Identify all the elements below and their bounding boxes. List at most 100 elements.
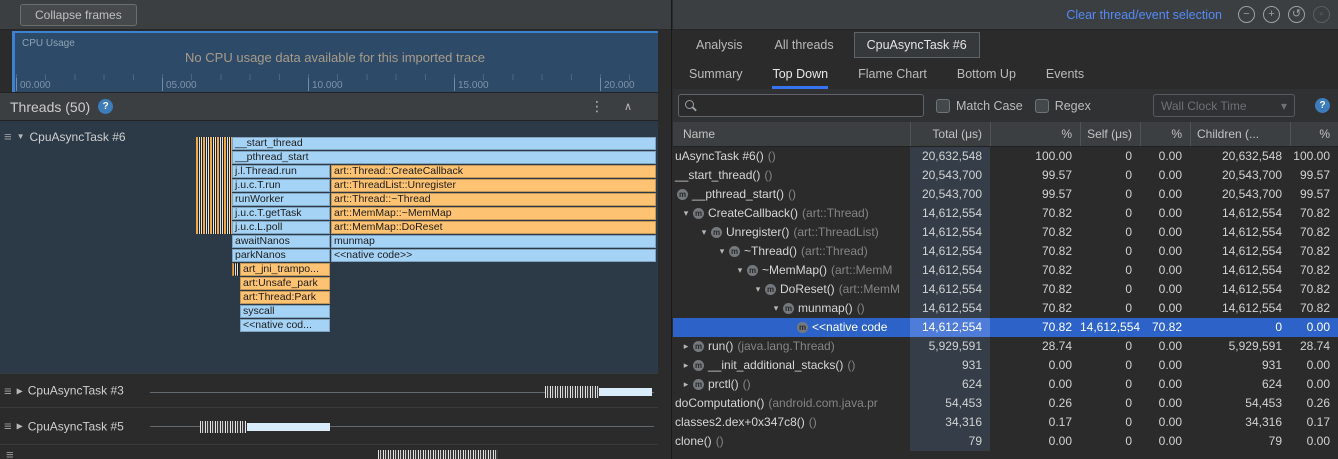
table-row[interactable]: uAsyncTask #6()()20,632,548100.0000.0020… [673, 147, 1338, 166]
collapse-node-icon[interactable]: ▾ [751, 280, 765, 299]
tab-summary[interactable]: Summary [689, 60, 742, 89]
flame-frame[interactable]: art::Thread::CreateCallback [331, 165, 656, 178]
table-row[interactable]: ▸mrun()(java.lang.Thread)5,929,59128.740… [673, 337, 1338, 356]
collapse-panel-icon[interactable]: ∧ [624, 100, 632, 113]
flame-frame[interactable]: <<native cod... [240, 319, 330, 332]
table-row[interactable]: m<<native code14,612,55470.8214,612,5547… [673, 318, 1338, 337]
flame-frame[interactable]: runWorker [232, 193, 330, 206]
thread-row-cpuasynctask-6[interactable]: ≡ ▼ CpuAsyncTask #6 __start_thread__pthr… [0, 121, 658, 374]
flame-frame[interactable]: j.u.c.T.run [232, 179, 330, 192]
flame-frame[interactable]: art:Thread:Park [240, 291, 330, 304]
tab-all-threads[interactable]: All threads [763, 33, 846, 57]
column-header-total[interactable]: Total (μs) [910, 122, 990, 146]
thread-activity-bar[interactable] [545, 386, 599, 398]
collapse-node-icon[interactable]: ▾ [679, 204, 693, 223]
thread-label[interactable]: ≡ ▼ CpuAsyncTask #6 [4, 129, 126, 144]
table-row[interactable]: classes2.dex+0x347c8()()34,3160.1700.003… [673, 413, 1338, 432]
table-row[interactable]: __start_thread()()20,543,70099.5700.0020… [673, 166, 1338, 185]
flame-frame[interactable]: __start_thread [232, 137, 656, 150]
flame-frame[interactable]: awaitNanos [232, 235, 330, 248]
collapse-node-icon[interactable]: ▾ [715, 242, 729, 261]
table-row[interactable]: ▾mmunmap()()14,612,55470.8200.0014,612,5… [673, 299, 1338, 318]
thread-activity-bar[interactable] [378, 450, 498, 459]
drag-handle-icon[interactable]: ≡ [6, 447, 14, 459]
collapse-node-icon[interactable]: ▾ [733, 261, 747, 280]
column-header-name[interactable]: Name [673, 122, 910, 146]
checkbox-label: Regex [1055, 99, 1091, 113]
column-header-self[interactable]: Self (μs) [1080, 122, 1140, 146]
clock-type-dropdown[interactable]: Wall Clock Time ▾ [1153, 94, 1295, 117]
flame-frame[interactable]: art::MemMap::~MemMap [331, 207, 656, 220]
flame-dense-frames[interactable] [196, 137, 232, 234]
flame-frame[interactable]: art::MemMap::DoReset [331, 221, 656, 234]
collapse-node-icon[interactable]: ▾ [769, 299, 783, 318]
kebab-menu-icon[interactable]: ⋮ [590, 98, 604, 115]
flame-frame[interactable]: <<native code>> [331, 249, 656, 262]
search-input[interactable] [703, 99, 923, 113]
tab-bottom-up[interactable]: Bottom Up [957, 60, 1016, 89]
table-row[interactable]: ▾mCreateCallback()(art::Thread)14,612,55… [673, 204, 1338, 223]
flame-frame[interactable]: munmap [331, 235, 656, 248]
column-header-children[interactable]: Children (... [1190, 122, 1290, 146]
collapse-thread-icon[interactable]: ▼ [17, 132, 25, 141]
regex-checkbox[interactable]: Regex [1035, 99, 1091, 113]
help-icon[interactable]: ? [98, 99, 113, 114]
flame-frame[interactable]: art:Unsafe_park [240, 277, 330, 290]
checkbox-box[interactable] [936, 99, 950, 113]
zoom-in-icon[interactable]: + [1263, 6, 1280, 23]
tab-events[interactable]: Events [1046, 60, 1084, 89]
thread-activity-bar[interactable] [200, 421, 247, 433]
flame-frame[interactable]: j.l.Thread.run [232, 165, 330, 178]
table-row[interactable]: doComputation()(android.com.java.pr54,45… [673, 394, 1338, 413]
expand-thread-icon[interactable]: ▶ [17, 422, 23, 431]
thread-row-cpuasynctask-5[interactable]: ≡ ▶ CpuAsyncTask #5 [0, 408, 658, 445]
table-row[interactable]: ▸mprctl()()6240.0000.006240.00 [673, 375, 1338, 394]
tab-cpuasynctask-6[interactable]: CpuAsyncTask #6 [854, 32, 980, 58]
table-row[interactable]: ▾mUnregister()(art::ThreadList)14,612,55… [673, 223, 1338, 242]
table-row[interactable]: m__pthread_start()()20,543,70099.5700.00… [673, 185, 1338, 204]
search-box[interactable] [678, 94, 924, 117]
expand-thread-icon[interactable]: ▶ [17, 386, 23, 395]
drag-handle-icon[interactable]: ≡ [4, 129, 12, 144]
table-row[interactable]: ▾m~MemMap()(art::MemM14,612,55470.8200.0… [673, 261, 1338, 280]
column-header-total-pct[interactable]: % [990, 122, 1080, 146]
thread-label[interactable]: ≡ ▶ CpuAsyncTask #5 [4, 419, 124, 434]
clear-selection-link[interactable]: Clear thread/event selection [1066, 8, 1222, 22]
expand-node-icon[interactable]: ▸ [679, 375, 693, 394]
column-header-self-pct[interactable]: % [1140, 122, 1190, 146]
expand-node-icon[interactable]: ▸ [679, 356, 693, 375]
reset-zoom-icon[interactable]: ↺ [1288, 6, 1305, 23]
collapse-frames-button[interactable]: Collapse frames [20, 4, 137, 26]
tab-flame-chart[interactable]: Flame Chart [858, 60, 927, 89]
tab-analysis[interactable]: Analysis [684, 33, 755, 57]
expand-node-icon[interactable]: ▸ [679, 337, 693, 356]
help-icon[interactable]: ? [1315, 98, 1330, 113]
flame-frame[interactable]: syscall [240, 305, 330, 318]
tab-top-down[interactable]: Top Down [772, 60, 828, 89]
table-row[interactable]: ▾m~Thread()(art::Thread)14,612,55470.820… [673, 242, 1338, 261]
flame-frame[interactable]: art_jni_trampo... [240, 263, 330, 276]
thread-activity-bar[interactable] [599, 388, 652, 396]
thread-activity-bar[interactable] [247, 423, 330, 431]
cpu-usage-panel[interactable]: CPU Usage No CPU usage data available fo… [12, 31, 658, 92]
thread-row-partial[interactable]: ≡ [0, 445, 658, 459]
column-header-children-pct[interactable]: % [1290, 122, 1338, 146]
flame-frame[interactable] [232, 263, 239, 276]
flame-frame[interactable]: j.u.c.L.poll [232, 221, 330, 234]
thread-row-cpuasynctask-3[interactable]: ≡ ▶ CpuAsyncTask #3 [0, 374, 658, 408]
thread-label[interactable]: ≡ ▶ CpuAsyncTask #3 [4, 383, 124, 398]
checkbox-box[interactable] [1035, 99, 1049, 113]
flame-frame[interactable]: __pthread_start [232, 151, 656, 164]
collapse-node-icon[interactable]: ▾ [697, 223, 711, 242]
zoom-out-icon[interactable]: − [1238, 6, 1255, 23]
drag-handle-icon[interactable]: ≡ [4, 419, 12, 434]
table-row[interactable]: ▾mDoReset()(art::MemM14,612,55470.8200.0… [673, 280, 1338, 299]
table-row[interactable]: clone()()790.0000.00790.00 [673, 432, 1338, 451]
table-row[interactable]: ▸m__init_additional_stacks()()9310.0000.… [673, 356, 1338, 375]
flame-frame[interactable]: art::Thread::~Thread [331, 193, 656, 206]
drag-handle-icon[interactable]: ≡ [4, 383, 12, 398]
flame-frame[interactable]: art::ThreadList::Unregister [331, 179, 656, 192]
match-case-checkbox[interactable]: Match Case [936, 99, 1023, 113]
flame-frame[interactable]: parkNanos [232, 249, 330, 262]
flame-frame[interactable]: j.u.c.T.getTask [232, 207, 330, 220]
